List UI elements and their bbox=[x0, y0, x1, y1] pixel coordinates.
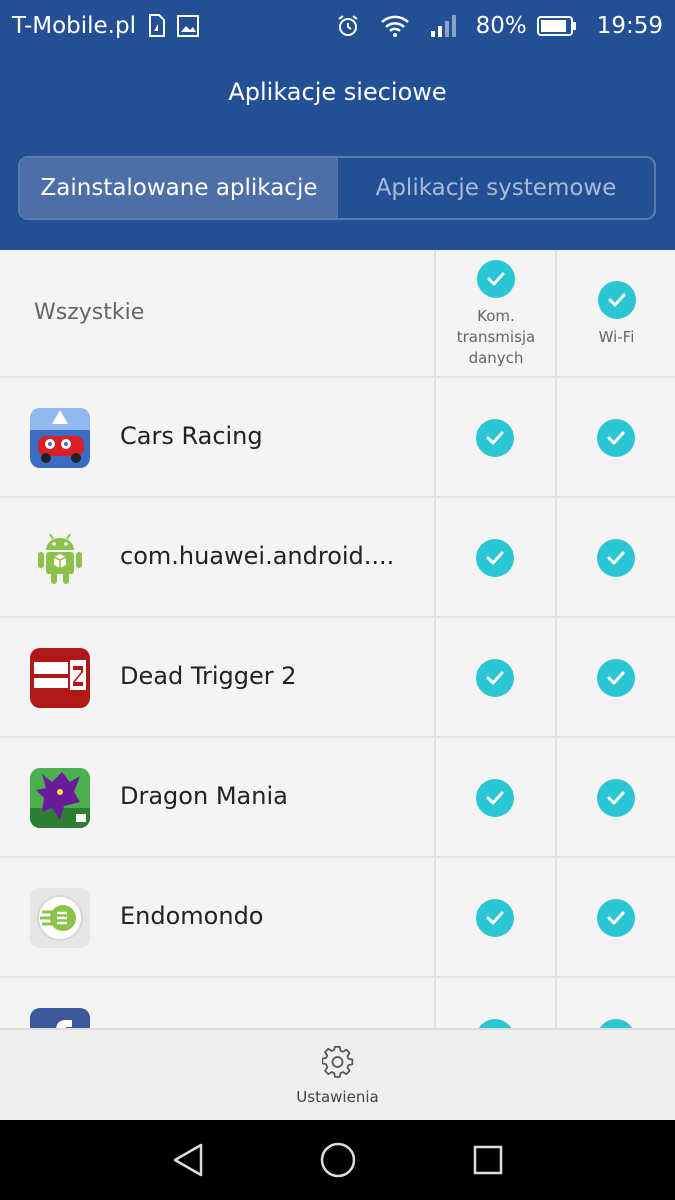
back-icon bbox=[173, 1143, 203, 1177]
app-name: Dragon Mania bbox=[120, 782, 288, 810]
android-icon bbox=[30, 528, 90, 588]
list-item[interactable]: Endomondo bbox=[0, 858, 675, 978]
list-item[interactable]: Dead Trigger 2 bbox=[0, 618, 675, 738]
app-name: com.huawei.android.... bbox=[120, 542, 395, 570]
recents-button[interactable] bbox=[468, 1140, 508, 1180]
wifi-icon bbox=[380, 14, 410, 38]
check-icon bbox=[486, 671, 504, 685]
wifi-toggle[interactable] bbox=[597, 899, 635, 937]
dead-trigger-icon bbox=[30, 648, 90, 708]
mobile-data-toggle[interactable] bbox=[476, 539, 514, 577]
mobile-data-toggle[interactable] bbox=[476, 419, 514, 457]
battery-icon bbox=[536, 15, 577, 37]
wifi-all-toggle[interactable] bbox=[597, 280, 636, 319]
dragon-mania-icon bbox=[30, 768, 90, 828]
sim-card-icon bbox=[146, 14, 166, 38]
check-icon bbox=[486, 551, 504, 565]
check-icon bbox=[607, 911, 625, 925]
page-title: Aplikacje sieciowe bbox=[228, 78, 447, 106]
mobile-data-toggle[interactable] bbox=[476, 659, 514, 697]
signal-icon bbox=[430, 15, 456, 37]
home-button[interactable] bbox=[318, 1140, 358, 1180]
tab-system-apps[interactable]: Aplikacje systemowe bbox=[338, 158, 654, 218]
navigation-bar bbox=[0, 1120, 675, 1200]
list-item[interactable]: Dragon Mania bbox=[0, 738, 675, 858]
status-bar: T-Mobile.pl 80% 19:59 bbox=[0, 0, 675, 52]
alarm-icon bbox=[336, 14, 360, 38]
check-icon bbox=[486, 791, 504, 805]
app-name: Cars Racing bbox=[120, 422, 263, 450]
gear-icon bbox=[320, 1046, 354, 1082]
image-notification-icon bbox=[176, 14, 200, 38]
settings-label: Ustawienia bbox=[296, 1088, 379, 1106]
settings-button[interactable]: Ustawienia bbox=[280, 1030, 395, 1122]
app-list[interactable]: Wszystkie Kom. transmisja danych Wi-Fi C… bbox=[0, 250, 675, 1028]
mobile-data-toggle[interactable] bbox=[476, 1019, 514, 1028]
list-item[interactable]: com.huawei.android.... bbox=[0, 498, 675, 618]
app-name: Dead Trigger 2 bbox=[120, 662, 297, 690]
wifi-toggle[interactable] bbox=[597, 539, 635, 577]
mobile-data-toggle[interactable] bbox=[476, 899, 514, 937]
check-icon bbox=[486, 911, 504, 925]
facebook-icon bbox=[30, 1008, 90, 1028]
header: Aplikacje sieciowe Zainstalowane aplikac… bbox=[0, 52, 675, 250]
check-icon bbox=[607, 431, 625, 445]
wifi-toggle[interactable] bbox=[597, 419, 635, 457]
mobile-data-label: Kom. transmisja danych bbox=[456, 306, 536, 367]
back-button[interactable] bbox=[168, 1140, 208, 1180]
app-name: Endomondo bbox=[120, 902, 264, 930]
cars-racing-icon bbox=[30, 408, 90, 468]
tab-installed-apps[interactable]: Zainstalowane aplikacje bbox=[20, 158, 338, 218]
endomondo-icon bbox=[30, 888, 90, 948]
list-item[interactable] bbox=[0, 978, 675, 1028]
check-icon bbox=[608, 293, 625, 306]
wifi-toggle[interactable] bbox=[597, 659, 635, 697]
mobile-data-all-toggle[interactable] bbox=[477, 259, 515, 298]
check-icon bbox=[487, 272, 505, 285]
wifi-toggle[interactable] bbox=[597, 779, 635, 817]
tab-bar: Zainstalowane aplikacje Aplikacje system… bbox=[18, 156, 656, 220]
check-icon bbox=[607, 671, 625, 685]
wifi-label: Wi-Fi bbox=[598, 327, 635, 346]
wifi-toggle[interactable] bbox=[597, 1019, 635, 1028]
list-header-row: Wszystkie Kom. transmisja danych Wi-Fi bbox=[0, 250, 675, 378]
battery-percent: 80% bbox=[475, 13, 527, 39]
carrier-name: T-Mobile.pl bbox=[12, 13, 136, 39]
bottom-bar: Ustawienia bbox=[0, 1028, 675, 1120]
check-icon bbox=[486, 431, 504, 445]
check-icon bbox=[607, 791, 625, 805]
all-apps-label: Wszystkie bbox=[34, 300, 145, 325]
check-icon bbox=[607, 551, 625, 565]
recents-icon bbox=[473, 1145, 503, 1175]
wifi-column-header: Wi-Fi bbox=[558, 250, 675, 378]
mobile-data-toggle[interactable] bbox=[476, 779, 514, 817]
home-icon bbox=[320, 1142, 356, 1178]
mobile-data-column-header: Kom. transmisja danych bbox=[436, 250, 556, 378]
list-item[interactable]: Cars Racing bbox=[0, 378, 675, 498]
clock: 19:59 bbox=[596, 13, 663, 39]
